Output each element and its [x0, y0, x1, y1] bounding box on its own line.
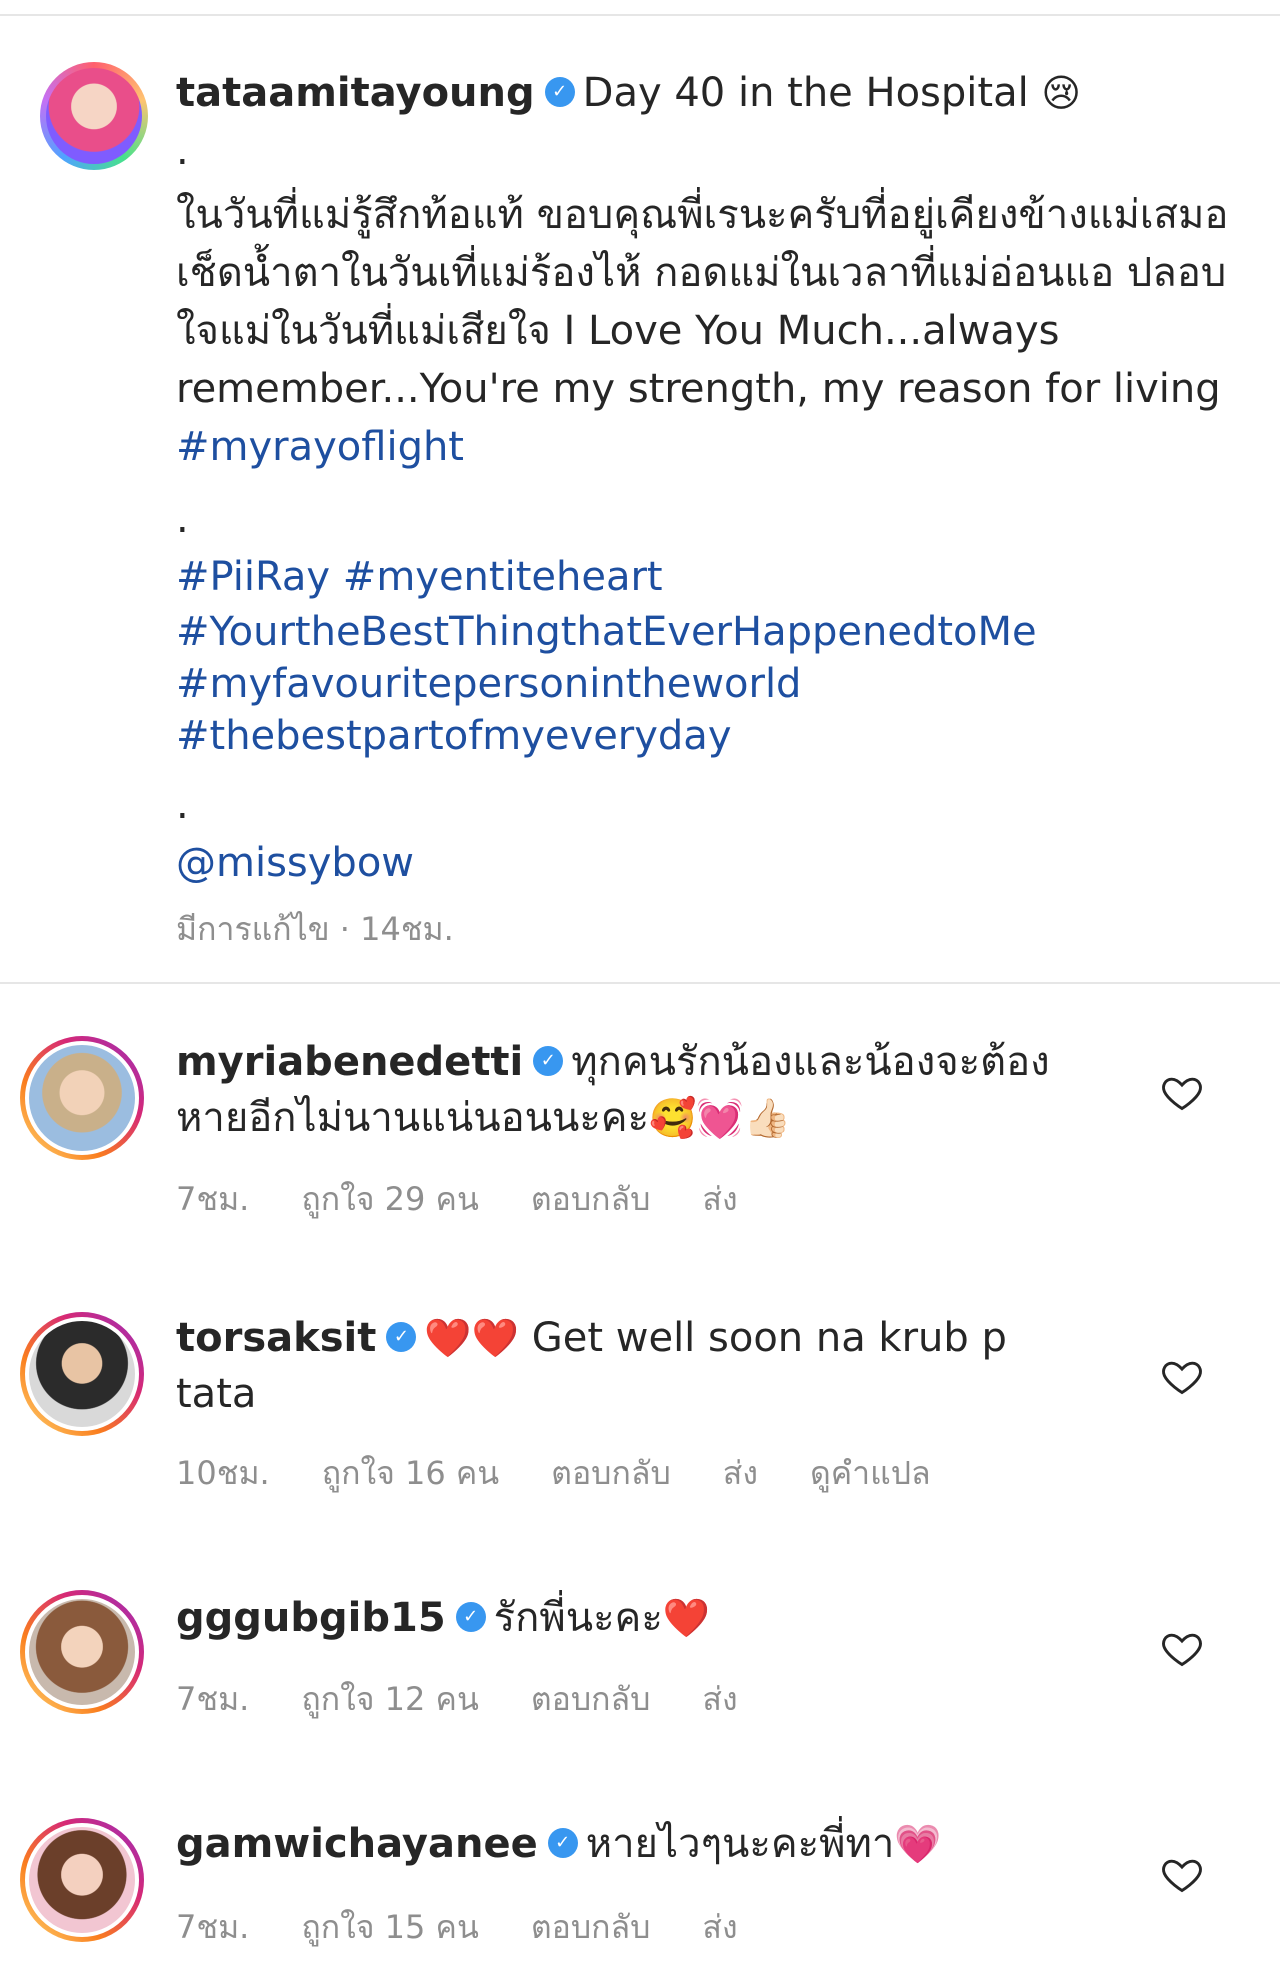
post-title: Day 40 in the Hospital	[582, 70, 1029, 116]
hashtag-link[interactable]: #YourtheBestThingthatEverHappenedtoMe	[176, 606, 1236, 658]
commenter-username[interactable]: gggubgib15	[176, 1595, 446, 1641]
comment-time: 7ชม.	[176, 1180, 250, 1218]
crying-face-emoji-icon: 😢	[1041, 71, 1082, 115]
reply-button[interactable]: ตอบกลับ	[531, 1902, 651, 1953]
comment-meta: 10ชม. ถูกใจ 16 คน ตอบกลับ ส่ง ดูคำแปล	[176, 1448, 931, 1499]
comment-likes-link[interactable]: ถูกใจ 29 คน	[301, 1174, 478, 1225]
verified-badge-icon: ✓	[533, 1046, 564, 1076]
hashtag-link[interactable]: #thebestpartofmyeveryday	[176, 710, 1236, 762]
red-heart-emoji-icon: ❤️	[662, 1596, 711, 1640]
reply-button[interactable]: ตอบกลับ	[531, 1174, 651, 1225]
send-button[interactable]: ส่ง	[702, 1174, 737, 1225]
comment-likes-link[interactable]: ถูกใจ 16 คน	[322, 1448, 499, 1499]
comment-likes-link[interactable]: ถูกใจ 15 คน	[301, 1902, 478, 1953]
commenter-avatar[interactable]	[20, 1590, 144, 1714]
like-heart-icon[interactable]	[1160, 1626, 1204, 1670]
hashtag-link[interactable]: #myrayoflight	[176, 424, 464, 470]
verified-badge-icon: ✓	[386, 1322, 417, 1352]
comment-body: หายไวๆนะคะพี่ทา	[585, 1821, 895, 1867]
comment-text: torsaksit ✓ ❤️❤️ Get well soon na krub p t…	[176, 1310, 1076, 1422]
commenter-username[interactable]: gamwichayanee	[176, 1821, 538, 1867]
caption-separator: .	[176, 128, 189, 174]
caption-separator: .	[176, 782, 189, 828]
commenter-avatar[interactable]	[20, 1036, 144, 1160]
commenter-avatar[interactable]	[20, 1312, 144, 1436]
reply-button[interactable]: ตอบกลับ	[551, 1448, 671, 1499]
comment-text: myriabenedetti ✓ ทุกคนรักน้องและน้องจะต้อง…	[176, 1034, 1076, 1146]
hashtag-link[interactable]: #PiiRay #myentiteheart	[176, 548, 1236, 606]
comment-body: รักพี่นะคะ	[493, 1595, 663, 1641]
send-button[interactable]: ส่ง	[702, 1902, 737, 1953]
comment-time: 10ชม.	[176, 1454, 270, 1492]
mention-link[interactable]: @missybow	[176, 834, 1236, 892]
comment-time: 7ชม.	[176, 1908, 250, 1946]
comment-likes-link[interactable]: ถูกใจ 12 คน	[301, 1674, 478, 1725]
verified-badge-icon: ✓	[544, 77, 575, 107]
comment-meta: 7ชม. ถูกใจ 15 คน ตอบกลับ ส่ง	[176, 1902, 738, 1953]
caption-separator: .	[176, 496, 189, 542]
post-author-username[interactable]: tataamitayoung	[176, 70, 535, 116]
post-meta: มีการแก้ไข · 14ชม.	[176, 910, 454, 948]
emoji-icon: 🥰💓👍🏻	[649, 1096, 791, 1140]
like-heart-icon[interactable]	[1160, 1070, 1204, 1114]
like-heart-icon[interactable]	[1160, 1852, 1204, 1896]
send-button[interactable]: ส่ง	[723, 1448, 758, 1499]
caption-body: ในวันที่แม่รู้สึกท้อแท้ ขอบคุณพี่เรนะครั…	[176, 192, 1229, 412]
see-translation-button[interactable]: ดูคำแปล	[810, 1448, 931, 1499]
comments-divider	[0, 982, 1280, 984]
hashtag-link[interactable]: #myfavouritepersonintheworld	[176, 658, 1236, 710]
verified-badge-icon: ✓	[547, 1828, 578, 1858]
comment-meta: 7ชม. ถูกใจ 29 คน ตอบกลับ ส่ง	[176, 1174, 738, 1225]
post-author-avatar[interactable]	[40, 62, 148, 170]
commenter-avatar[interactable]	[20, 1818, 144, 1942]
comment-meta: 7ชม. ถูกใจ 12 คน ตอบกลับ ส่ง	[176, 1674, 738, 1725]
verified-badge-icon: ✓	[455, 1602, 486, 1632]
reply-button[interactable]: ตอบกลับ	[531, 1674, 651, 1725]
comment-time: 7ชม.	[176, 1680, 250, 1718]
pink-heart-emoji-icon: 💗	[894, 1822, 942, 1866]
comment-text: gamwichayanee ✓ หายไวๆนะคะพี่ทา💗	[176, 1816, 1076, 1872]
like-heart-icon[interactable]	[1160, 1354, 1204, 1398]
red-heart-emoji-icon: ❤️❤️	[424, 1316, 520, 1360]
commenter-username[interactable]: myriabenedetti	[176, 1039, 523, 1085]
comment-text: gggubgib15 ✓ รักพี่นะคะ❤️	[176, 1590, 1076, 1646]
send-button[interactable]: ส่ง	[702, 1674, 737, 1725]
post-caption: tataamitayoung ✓ Day 40 in the Hospital 😢 …	[176, 64, 1236, 958]
commenter-username[interactable]: torsaksit	[176, 1315, 376, 1361]
top-divider	[0, 14, 1280, 16]
